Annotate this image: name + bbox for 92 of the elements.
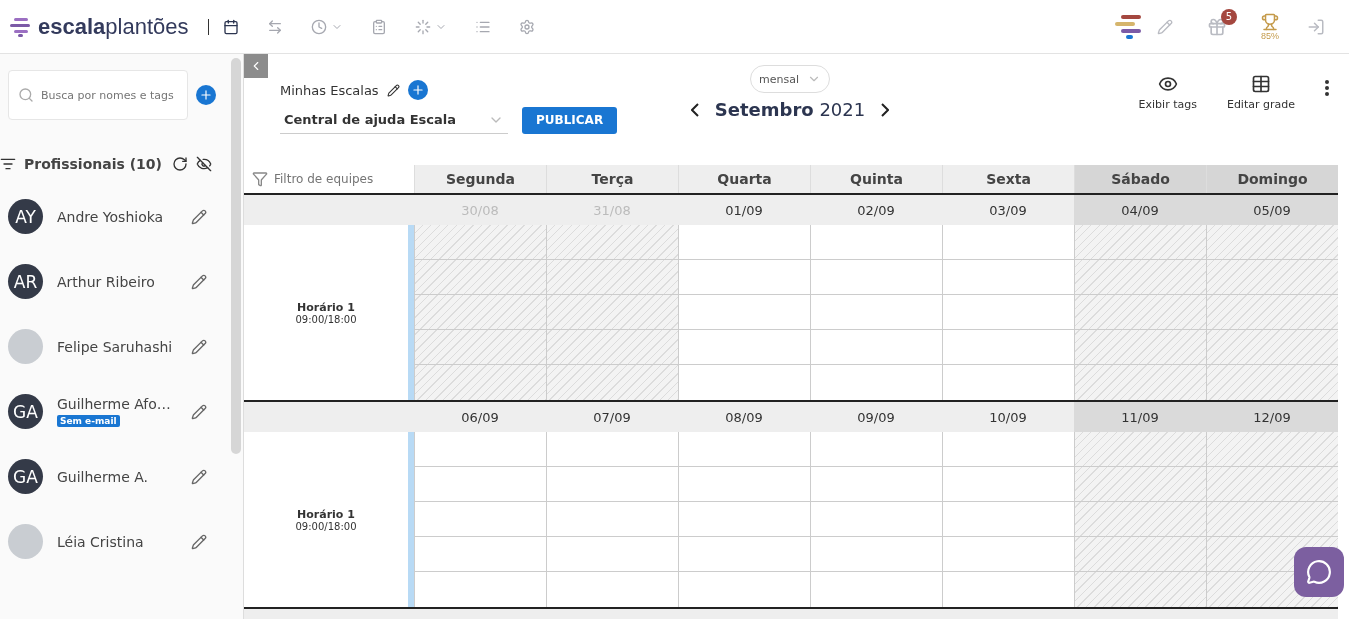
collapse-button[interactable] [244, 54, 268, 78]
weekday-header: Sábado [1074, 165, 1206, 193]
edit-button[interactable] [191, 403, 207, 420]
date-cell: 02/09 [810, 195, 942, 225]
view-select[interactable]: mensal [750, 65, 830, 93]
avatar: AR [8, 264, 43, 299]
edit-grid-button[interactable]: Editar grade [1226, 74, 1295, 111]
clipboard-icon [371, 18, 388, 35]
chevron-right-icon [881, 102, 890, 117]
edit-button[interactable] [191, 533, 207, 550]
logout-button[interactable] [1307, 17, 1325, 36]
pencil-icon [191, 273, 207, 290]
date-cell: 01/09 [678, 195, 810, 225]
weekday-header: Domingo [1206, 165, 1338, 193]
filter-icon [252, 171, 268, 187]
person-name: Felipe Saruhashi [57, 338, 174, 355]
weekday-header: Terça [546, 165, 678, 193]
refresh-icon[interactable] [172, 156, 188, 172]
brand-name: escalaplantões [38, 13, 189, 40]
gift-icon [1207, 16, 1227, 37]
date-cell: 07/09 [546, 402, 678, 432]
edit-button[interactable] [191, 468, 207, 485]
swap-arrows-icon [267, 18, 284, 35]
edit-button[interactable] [191, 208, 207, 225]
date-cell: 04/09 [1074, 195, 1206, 225]
eye-icon [1157, 74, 1178, 94]
weekday-header: Segunda [414, 165, 546, 193]
month-title: Setembro 2021 [714, 99, 866, 120]
show-tags-button[interactable]: Exibir tags [1138, 74, 1197, 111]
trophy-icon [1261, 12, 1279, 31]
publish-button[interactable]: PUBLICAR [522, 106, 618, 134]
person-name: Andre Yoshioka [57, 208, 165, 225]
weekday-header: Quarta [678, 165, 810, 193]
tag: Sem e-mail [57, 415, 120, 427]
pencil-icon [1157, 18, 1173, 35]
person-name: Guilherme A. [57, 468, 149, 485]
more-icon [1325, 80, 1329, 96]
weekday-header: Quinta [810, 165, 942, 193]
edit-icon[interactable] [386, 83, 400, 97]
logo-icon [10, 16, 32, 37]
previous-button[interactable] [690, 102, 699, 117]
date-cell: 10/09 [942, 402, 1074, 432]
avatar-placeholder [8, 329, 43, 364]
hide-icon[interactable] [196, 156, 212, 172]
settings-icon [519, 18, 536, 35]
search-field[interactable]: Busca por nomes e tags [8, 70, 188, 120]
chevron-left-icon [690, 102, 699, 117]
edit-button[interactable] [191, 338, 207, 355]
calendar-icon [223, 18, 240, 35]
avatar: GA [8, 394, 43, 429]
chat-icon [1306, 559, 1332, 585]
notification-badge: 5 [1221, 8, 1237, 25]
arrow-in-icon [1307, 17, 1325, 36]
person-name: Léia Cristina [57, 533, 145, 550]
avatar: GA [8, 459, 43, 494]
pencil-icon [191, 403, 207, 420]
avatar: AY [8, 199, 43, 234]
date-cell: 11/09 [1074, 402, 1206, 432]
colored-bars-icon [1115, 12, 1143, 41]
avatar-placeholder [8, 524, 43, 559]
date-cell: 05/09 [1206, 195, 1338, 225]
date-cell: 06/09 [414, 402, 546, 432]
scrollbar-thumb[interactable] [231, 58, 241, 454]
edit-button[interactable] [191, 273, 207, 290]
section-title: Profissionais (10) [24, 156, 163, 172]
plus-icon [410, 83, 425, 97]
add-button[interactable] [196, 85, 216, 105]
add-button[interactable] [407, 80, 428, 100]
date-cell: 12/09 [1206, 402, 1338, 432]
pencil-icon [191, 338, 207, 355]
weekday-header: Sexta [942, 165, 1074, 193]
search-icon [18, 87, 34, 103]
pencil-icon [191, 533, 207, 550]
person-name: Arthur Ribeiro [57, 273, 156, 290]
schedules-label: Minhas Escalas [280, 82, 379, 98]
team-filter-field[interactable]: Filtro de equipes [248, 166, 398, 192]
clock-icon [311, 18, 328, 35]
person-name: Guilherme Afo… [57, 396, 172, 412]
date-cell: 03/09 [942, 195, 1074, 225]
next-button[interactable] [881, 102, 890, 117]
date-cell: 08/09 [678, 402, 810, 432]
pencil-icon [191, 468, 207, 485]
sort-icon[interactable] [0, 156, 16, 172]
gift-button[interactable] [1207, 16, 1227, 37]
more-button[interactable] [1325, 80, 1329, 96]
plus-icon [199, 88, 213, 102]
pencil-icon [191, 208, 207, 225]
date-cell: 09/09 [810, 402, 942, 432]
day-slots[interactable] [1206, 432, 1338, 607]
table-icon [1250, 74, 1271, 94]
schedule-select[interactable]: Central de ajuda Escala [280, 106, 508, 134]
chat-button[interactable] [1294, 547, 1344, 597]
